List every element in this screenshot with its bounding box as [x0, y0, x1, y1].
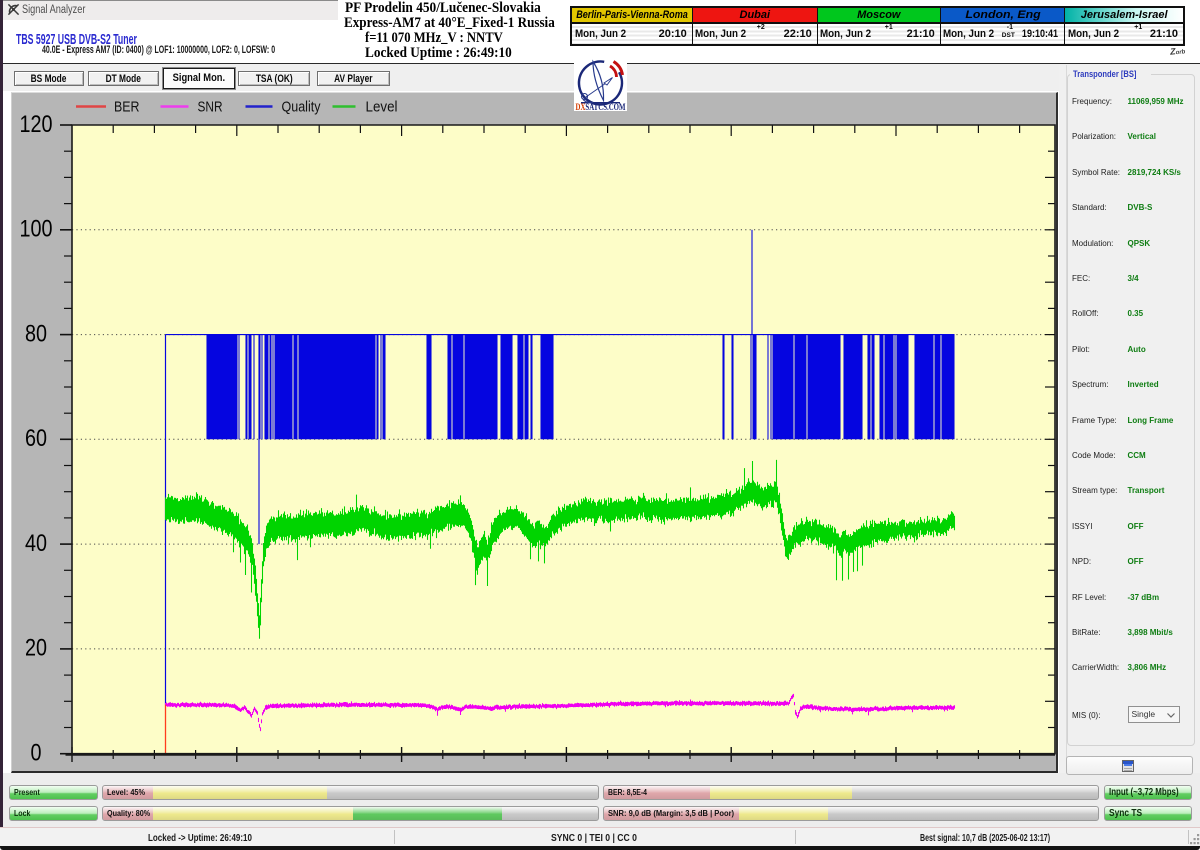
svg-text:100: 100: [19, 215, 52, 242]
svg-text:0: 0: [30, 739, 41, 766]
svg-text:DXSATCS.COM: DXSATCS.COM: [576, 102, 626, 111]
svg-text:40: 40: [25, 529, 47, 556]
svg-text:Quality: Quality: [281, 99, 321, 115]
svg-text:BER: BER: [114, 99, 140, 115]
svg-text:120: 120: [19, 110, 52, 137]
svg-text:60: 60: [25, 425, 47, 452]
svg-text:Level: Level: [365, 99, 397, 115]
svg-text:80: 80: [25, 320, 47, 347]
svg-text:20: 20: [25, 634, 47, 661]
svg-text:SNR: SNR: [197, 99, 222, 115]
